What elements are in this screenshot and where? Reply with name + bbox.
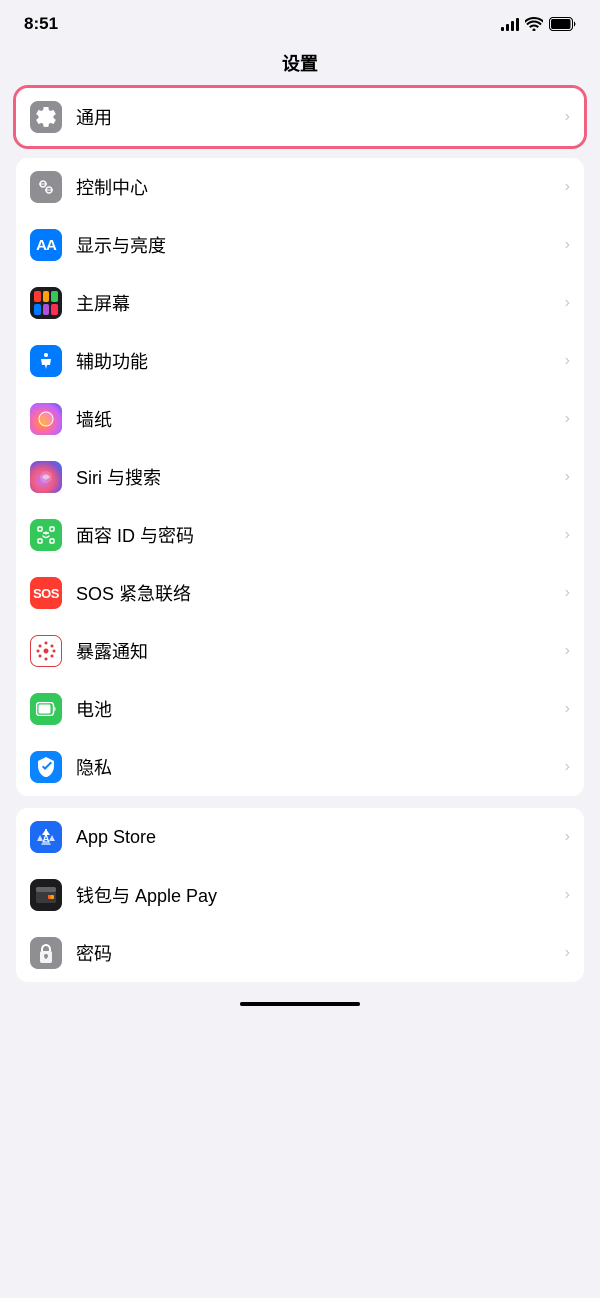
passwords-chevron: › [565,944,570,962]
faceid-label: 面容 ID 与密码 [76,522,557,548]
sos-icon: SOS [30,577,62,609]
settings-item-exposure[interactable]: 暴露通知 › [16,622,584,680]
battery-icon [549,17,576,31]
appstore-chevron: › [565,828,570,846]
homescreen-label: 主屏幕 [76,290,557,316]
settings-item-wallet[interactable]: 钱包与 Apple Pay › [16,866,584,924]
wallet-icon [30,879,62,911]
settings-item-battery[interactable]: 电池 › [16,680,584,738]
accessibility-label: 辅助功能 [76,348,557,374]
settings-item-passwords[interactable]: 密码 › [16,924,584,982]
appstore-icon: A [30,821,62,853]
signal-icon [501,17,519,31]
settings-item-control-center[interactable]: 控制中心 › [16,158,584,216]
passwords-label: 密码 [76,940,557,966]
page-title: 设置 [0,42,600,88]
general-label: 通用 [76,104,557,130]
home-indicator [0,994,600,1010]
svg-text:A: A [42,834,49,845]
wallpaper-chevron: › [565,410,570,428]
accessibility-chevron: › [565,352,570,370]
privacy-icon [30,751,62,783]
general-section: 通用 › [16,88,584,146]
appstore-label: App Store [76,827,557,848]
settings-item-siri[interactable]: Siri 与搜索 › [16,448,584,506]
battery-chevron: › [565,700,570,718]
display-icon: AA [30,229,62,261]
wallpaper-label: 墙纸 [76,406,557,432]
siri-icon [30,461,62,493]
display-label: 显示与亮度 [76,232,557,258]
main-section: 控制中心 › AA 显示与亮度 › 主屏幕 › [16,158,584,796]
wallpaper-icon [30,403,62,435]
settings-item-appstore[interactable]: A App Store › [16,808,584,866]
store-section: A App Store › 钱包与 Apple Pay › [16,808,584,982]
faceid-chevron: › [565,526,570,544]
settings-item-general[interactable]: 通用 › [16,88,584,146]
battery-label: 电池 [76,696,557,722]
siri-label: Siri 与搜索 [76,464,557,490]
settings-item-faceid[interactable]: 面容 ID 与密码 › [16,506,584,564]
wallet-label: 钱包与 Apple Pay [76,882,557,908]
exposure-icon [30,635,62,667]
general-icon [30,101,62,133]
display-chevron: › [565,236,570,254]
accessibility-icon [30,345,62,377]
password-icon [30,937,62,969]
settings-item-display[interactable]: AA 显示与亮度 › [16,216,584,274]
control-center-label: 控制中心 [76,174,557,200]
settings-item-sos[interactable]: SOS SOS 紧急联络 › [16,564,584,622]
exposure-chevron: › [565,642,570,660]
control-center-chevron: › [565,178,570,196]
control-center-icon [30,171,62,203]
sos-chevron: › [565,584,570,602]
settings-item-privacy[interactable]: 隐私 › [16,738,584,796]
wallet-chevron: › [565,886,570,904]
privacy-chevron: › [565,758,570,776]
settings-item-wallpaper[interactable]: 墙纸 › [16,390,584,448]
privacy-label: 隐私 [76,754,557,780]
home-indicator-bar [240,1002,360,1006]
exposure-label: 暴露通知 [76,638,557,664]
general-chevron: › [565,108,570,126]
sos-label: SOS 紧急联络 [76,580,557,606]
status-time: 8:51 [24,14,58,34]
homescreen-chevron: › [565,294,570,312]
status-icons [501,17,576,31]
wifi-icon [525,17,543,31]
homescreen-icon [30,287,62,319]
status-bar: 8:51 [0,0,600,42]
battery-settings-icon [30,693,62,725]
siri-chevron: › [565,468,570,486]
settings-item-accessibility[interactable]: 辅助功能 › [16,332,584,390]
settings-item-homescreen[interactable]: 主屏幕 › [16,274,584,332]
faceid-icon [30,519,62,551]
